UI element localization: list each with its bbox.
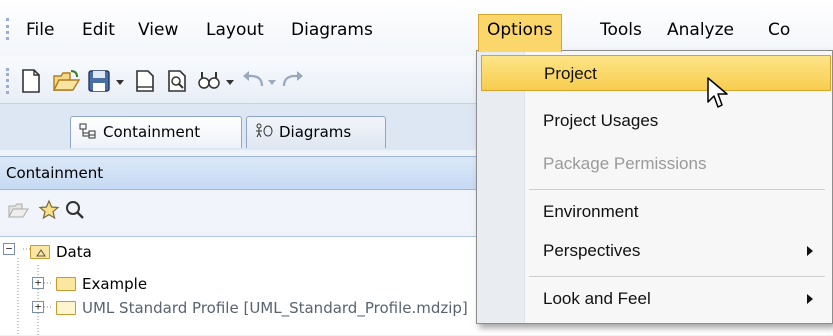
open-icon[interactable] (52, 68, 81, 94)
profile-folder-icon (56, 301, 76, 315)
undo-icon[interactable] (240, 68, 266, 94)
containment-icon (79, 118, 97, 148)
options-menu: Project Project Usages Package Permissio… (476, 50, 833, 324)
menu-file[interactable]: File (18, 18, 62, 42)
package-icon (30, 245, 50, 259)
open-folder-icon[interactable] (8, 200, 30, 224)
search-icon[interactable] (64, 199, 86, 225)
tree-item-uml-standard-profile[interactable]: UML Standard Profile [UML_Standard_Profi… (56, 297, 468, 319)
menu-edit[interactable]: Edit (74, 18, 123, 42)
submenu-arrow-icon (807, 294, 813, 304)
menu-diagrams[interactable]: Diagrams (283, 18, 381, 42)
menu-item-label: Project Usages (543, 111, 659, 130)
menu-item-label: Project (544, 64, 597, 83)
redo-icon[interactable] (280, 68, 306, 94)
star-icon[interactable] (38, 199, 60, 225)
submenu-arrow-icon (807, 246, 813, 256)
expand-toggle[interactable]: + (32, 301, 44, 313)
menu-options[interactable]: Options (478, 14, 562, 52)
new-icon[interactable] (18, 68, 44, 94)
menu-collaborate[interactable]: Co (760, 18, 798, 42)
menu-item-label: Perspectives (543, 241, 641, 260)
tree-item-label: UML Standard Profile [UML_Standard_Profi… (82, 299, 468, 317)
dropdown-arrow-icon[interactable] (114, 68, 126, 94)
toolbar-grip[interactable] (6, 68, 9, 94)
folder-icon (56, 277, 76, 291)
find-icon[interactable] (196, 68, 222, 94)
menu-separator (529, 276, 825, 277)
menubar-grip[interactable] (6, 18, 9, 40)
tab-containment[interactable]: Containment (70, 116, 242, 148)
menu-item-label: Look and Feel (543, 289, 651, 308)
menu-analyze[interactable]: Analyze (659, 18, 742, 42)
menu-item-project[interactable]: Project (481, 55, 831, 91)
collapse-toggle[interactable]: − (3, 243, 15, 255)
menu-item-label: Environment (543, 202, 639, 221)
menu-item-project-usages[interactable]: Project Usages (481, 103, 831, 139)
expand-toggle[interactable]: + (32, 277, 44, 289)
tree-item-example[interactable]: Example (56, 273, 147, 295)
menu-separator (529, 189, 825, 190)
save-icon[interactable] (86, 68, 112, 94)
menu-item-label: Package Permissions (543, 154, 707, 173)
menu-item-environment[interactable]: Environment (481, 194, 831, 230)
tree-item-data[interactable]: Data (30, 241, 92, 263)
diagrams-icon (255, 118, 273, 148)
menu-bar: File Edit View Layout Diagrams Options T… (0, 0, 833, 56)
page-icon[interactable] (132, 68, 158, 94)
mouse-pointer-icon (706, 76, 732, 114)
menu-item-perspectives[interactable]: Perspectives (481, 233, 831, 269)
dropdown-arrow-icon[interactable] (266, 68, 278, 94)
tab-diagrams[interactable]: Diagrams (246, 116, 386, 148)
tab-diagrams-label: Diagrams (279, 123, 352, 141)
menu-item-look-and-feel[interactable]: Look and Feel (481, 281, 831, 317)
menu-layout[interactable]: Layout (198, 18, 272, 42)
dropdown-arrow-icon[interactable] (224, 68, 236, 94)
tree-item-label: Data (56, 243, 92, 261)
tab-containment-label: Containment (103, 123, 201, 141)
menu-view[interactable]: View (130, 18, 186, 42)
menu-tools[interactable]: Tools (592, 18, 650, 42)
menu-item-package-permissions[interactable]: Package Permissions (481, 146, 831, 182)
tree-item-label: Example (82, 275, 148, 293)
print-preview-icon[interactable] (164, 68, 190, 94)
